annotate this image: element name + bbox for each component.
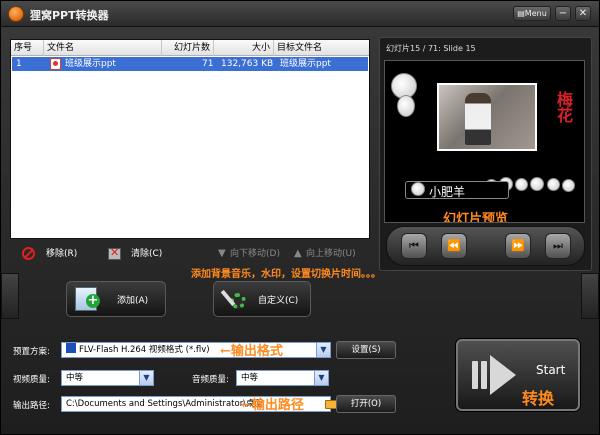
audio-quality-select[interactable]: 中等 ▼ <box>236 370 329 386</box>
start-arrow-bar <box>472 361 478 389</box>
output-path-value: C:\Documents and Settings\Administrator\… <box>66 399 264 409</box>
start-button[interactable]: Start 转换 <box>456 339 580 411</box>
preset-value: FLV-Flash H.264 视频格式 (*.flv) <box>79 345 210 355</box>
menu-label: Menu <box>524 9 547 18</box>
table-row[interactable]: 1 班级展示ppt 71 132,763 KB 班级展示ppt <box>12 57 368 71</box>
preview-panel: 幻灯片15 / 71: Slide 15 梅花 小肥羊 幻灯片预览 ⏮ ⏪ ⏩ … <box>379 37 592 271</box>
start-arrow-icon <box>472 355 516 395</box>
menu-button[interactable]: ▤Menu <box>513 6 551 21</box>
column-header-slides[interactable]: 幻灯片数 <box>162 40 214 56</box>
start-label: Start <box>536 363 566 377</box>
right-side-handle <box>581 273 599 319</box>
slide-deco-text: 梅花 <box>554 91 573 123</box>
add-button[interactable]: 添加(A) <box>66 281 166 317</box>
preset-select[interactable]: FLV-Flash H.264 视频格式 (*.flv) ▼ <box>61 342 331 358</box>
prev-slide-button[interactable]: ⏪ <box>441 233 467 259</box>
chevron-down-icon[interactable]: ▼ <box>139 371 153 385</box>
row-size: 132,763 KB <box>221 59 274 69</box>
video-quality-value: 中等 <box>66 373 84 383</box>
start-arrow-head <box>490 355 516 395</box>
sheep-icon <box>547 178 560 191</box>
audio-quality-label: 音频质量: <box>192 375 229 385</box>
slide-preview: 梅花 小肥羊 幻灯片预览 <box>384 60 585 223</box>
column-header-target[interactable]: 目标文件名 <box>274 40 369 56</box>
list-toolbar: 移除(R) 清除(C) ▼ 向下移动(D) ▲ 向上移动(U) <box>10 245 370 263</box>
add-file-icon <box>75 287 100 311</box>
output-path-label: 输出路径: <box>13 401 50 411</box>
close-icon: ✕ <box>578 8 588 19</box>
close-button[interactable]: ✕ <box>575 6 591 21</box>
player-controls: ⏮ ⏪ ⏩ ⏭ <box>386 226 585 266</box>
move-up-icon: ▲ <box>294 248 302 259</box>
row-target: 班级展示ppt <box>280 59 331 69</box>
app-logo-icon <box>8 6 24 22</box>
file-list-header: 序号 文件名 幻灯片数 大小 目标文件名 <box>11 40 369 56</box>
slide-caption: 小肥羊 <box>429 185 466 199</box>
sheep-body-icon <box>397 95 415 117</box>
slide-person <box>465 93 491 145</box>
open-button[interactable]: 打开(O) <box>336 395 396 413</box>
move-down-icon: ▼ <box>218 248 226 259</box>
row-index: 1 <box>16 59 22 69</box>
audio-quality-value: 中等 <box>241 373 259 383</box>
settings-button[interactable]: 设置(S) <box>336 341 396 359</box>
remove-icon[interactable] <box>22 247 35 260</box>
ppt-file-icon <box>50 58 61 70</box>
app-window: 狸窝PPT转换器 ▤Menu − ✕ 序号 文件名 幻灯片数 大小 目标文件名 … <box>0 0 600 435</box>
last-slide-button[interactable]: ⏭ <box>545 233 571 259</box>
file-list[interactable]: 序号 文件名 幻灯片数 大小 目标文件名 1 班级展示ppt 71 132,76… <box>10 39 370 239</box>
custom-button-label: 自定义(C) <box>258 296 299 306</box>
remove-button[interactable]: 移除(R) <box>46 245 77 263</box>
column-header-filename[interactable]: 文件名 <box>44 40 162 56</box>
move-down-button[interactable]: 向下移动(D) <box>230 245 280 263</box>
skip-start-icon: ⏮ <box>409 239 419 252</box>
skip-end-icon: ⏭ <box>553 239 563 252</box>
preset-label: 预置方案: <box>13 347 50 357</box>
app-title: 狸窝PPT转换器 <box>30 9 109 22</box>
preview-hint: 幻灯片预览 <box>443 212 509 223</box>
start-hint: 转换 <box>522 389 555 408</box>
format-hint: ←输出格式 <box>220 344 283 359</box>
minimize-icon: − <box>558 8 568 19</box>
sheep-icon <box>515 178 528 191</box>
clear-button[interactable]: 清除(C) <box>131 245 162 263</box>
row-filename: 班级展示ppt <box>65 59 116 69</box>
video-quality-label: 视频质量: <box>13 375 50 385</box>
chevron-down-icon[interactable]: ▼ <box>314 371 328 385</box>
slide-counter: 幻灯片15 / 71: Slide 15 <box>386 44 476 53</box>
sheep-icon <box>562 179 575 192</box>
fast-forward-icon: ⏩ <box>511 239 525 252</box>
sheep-icon <box>530 177 544 191</box>
row-slides: 71 <box>202 59 214 69</box>
video-quality-select[interactable]: 中等 ▼ <box>61 370 154 386</box>
first-slide-button[interactable]: ⏮ <box>401 233 427 259</box>
menu-icon: ▤ <box>517 9 525 18</box>
next-slide-button[interactable]: ⏩ <box>505 233 531 259</box>
wolf-icon <box>411 182 425 196</box>
left-side-handle <box>1 273 19 319</box>
rewind-icon: ⏪ <box>447 239 461 252</box>
title-bar: 狸窝PPT转换器 ▤Menu − ✕ <box>1 1 599 27</box>
settings-gear-icon <box>220 287 248 311</box>
custom-hint: 添加背景音乐，水印，设置切换片时间。。。 <box>191 269 381 280</box>
video-format-icon <box>66 343 76 353</box>
move-up-button[interactable]: 向上移动(U) <box>306 245 356 263</box>
minimize-button[interactable]: − <box>555 6 571 21</box>
column-header-index[interactable]: 序号 <box>11 40 44 56</box>
custom-button[interactable]: 自定义(C) <box>213 281 311 317</box>
clear-icon[interactable] <box>108 246 121 260</box>
add-button-label: 添加(A) <box>117 296 149 306</box>
column-header-size[interactable]: 大小 <box>214 40 274 56</box>
path-hint: ←输出路径 <box>241 398 304 413</box>
chevron-down-icon[interactable]: ▼ <box>316 343 330 357</box>
start-arrow-bar <box>481 361 487 389</box>
